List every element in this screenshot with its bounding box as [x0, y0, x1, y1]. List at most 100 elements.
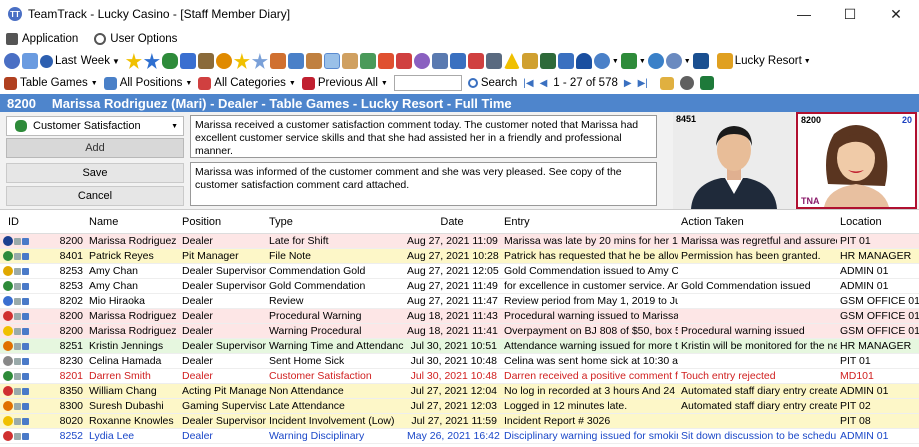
globe-icon[interactable] — [647, 53, 664, 69]
search-button[interactable]: Search — [467, 77, 517, 89]
copy-icon[interactable] — [557, 53, 574, 69]
star-outline-icon[interactable] — [251, 53, 268, 69]
category-dropdown[interactable]: Customer Satisfaction ▼ — [6, 116, 184, 136]
first-page-icon[interactable]: |◀ — [523, 78, 533, 89]
next-page-icon[interactable]: ▶ — [624, 78, 632, 89]
user-add-icon[interactable] — [359, 53, 376, 69]
home-icon[interactable] — [4, 53, 20, 69]
chart-icon[interactable] — [395, 53, 412, 69]
document-icon[interactable] — [431, 53, 448, 69]
cell-action: Kristin will be monitored for the next — [681, 340, 837, 352]
message-icon — [22, 267, 29, 275]
column-header-name[interactable]: Name — [86, 216, 179, 228]
woman-portrait — [798, 114, 915, 207]
entry-type-icon — [3, 416, 13, 426]
note-icon[interactable] — [485, 53, 502, 69]
week-label[interactable]: Week — [81, 55, 110, 67]
calendar-icon[interactable] — [467, 53, 484, 69]
dropdown-icon[interactable]: ▼ — [804, 58, 811, 65]
column-header-date[interactable]: Date — [404, 216, 501, 228]
warning-icon[interactable] — [503, 53, 520, 69]
people-icon[interactable] — [269, 53, 286, 69]
dropdown-icon[interactable]: ▼ — [112, 57, 120, 66]
table-row[interactable]: 8350 William Chang Acting Pit Manager Non A… — [0, 384, 919, 399]
cell-location: PIT 02 — [840, 400, 871, 412]
person-green-icon[interactable] — [161, 53, 178, 69]
eye-icon[interactable] — [40, 54, 53, 68]
group-icon[interactable] — [287, 53, 304, 69]
column-header-id[interactable]: ID — [0, 216, 86, 228]
table-row[interactable]: 8253 Amy Chan Dealer Supervisor Commendatio… — [0, 264, 919, 279]
user-icon[interactable] — [305, 53, 322, 69]
person-blue-icon[interactable] — [575, 53, 592, 69]
table-row[interactable]: 8200 Marissa Rodriguez Dealer Warning Proce… — [0, 324, 919, 339]
categories-icon — [198, 76, 212, 90]
table-row[interactable]: 8200 Marissa Rodriguez Dealer Procedural Wa… — [0, 309, 919, 324]
entry-note[interactable]: Marissa received a customer satisfaction… — [190, 115, 657, 158]
dropdown-icon[interactable]: ▼ — [612, 58, 619, 65]
handshake-icon[interactable] — [197, 53, 214, 69]
table-row[interactable]: 8253 Amy Chan Dealer Supervisor Gold Commen… — [0, 279, 919, 294]
book-icon[interactable] — [539, 53, 556, 69]
staff-photo-selected[interactable]: 8200 20 TNA — [796, 112, 917, 209]
date-range-filter[interactable]: Previous All ▼ — [301, 76, 388, 90]
table-row[interactable]: 8401 Patrick Reyes Pit Manager File Note Aug… — [0, 249, 919, 264]
config-icon[interactable] — [665, 53, 682, 69]
row-id: 8253 — [59, 265, 83, 277]
table-row[interactable]: 8251 Kristin Jennings Dealer Supervisor War… — [0, 339, 919, 354]
add-button[interactable]: Add — [6, 138, 184, 158]
search-input[interactable] — [393, 75, 462, 91]
maximize-button[interactable]: ☐ — [827, 0, 873, 28]
dropdown-icon[interactable]: ▼ — [639, 58, 646, 65]
award-icon[interactable] — [679, 76, 694, 90]
resort-selector[interactable]: Lucky Resort — [735, 55, 802, 67]
star-small-icon[interactable] — [233, 53, 250, 69]
last-label[interactable]: Last — [55, 55, 77, 67]
row-id: 8252 — [59, 430, 83, 442]
star-gold-icon[interactable] — [125, 53, 142, 69]
staff-photo-secondary[interactable]: 8451 — [673, 112, 795, 209]
table-row[interactable]: 8300 Suresh Dubashi Gaming Supervisor Late … — [0, 399, 919, 414]
tag-icon[interactable] — [377, 53, 394, 69]
users-icon[interactable] — [323, 53, 340, 69]
column-header-entry[interactable]: Entry — [501, 216, 678, 228]
report-icon[interactable] — [449, 53, 466, 69]
settings-icon[interactable] — [593, 53, 610, 69]
network-icon[interactable] — [620, 53, 637, 69]
menu-user-options[interactable]: User Options — [94, 33, 177, 45]
star-blue-icon[interactable] — [143, 53, 160, 69]
column-header-position[interactable]: Position — [179, 216, 266, 228]
cell-date: Aug 27, 2021 11:49 — [407, 280, 498, 292]
prev-page-icon[interactable]: ◀ — [540, 78, 548, 89]
column-header-location[interactable]: Location — [837, 216, 919, 228]
positions-filter[interactable]: All Positions ▼ — [103, 76, 192, 90]
table-row[interactable]: 8020 Roxanne Knowles Dealer Supervisor Inci… — [0, 414, 919, 429]
column-header-type[interactable]: Type — [266, 216, 404, 228]
table-row[interactable]: 8230 Celina Hamada Dealer Sent Home Sick Jul… — [0, 354, 919, 369]
chat-icon[interactable] — [413, 53, 430, 69]
table-games-filter[interactable]: Table Games ▼ — [4, 76, 98, 90]
last-page-icon[interactable]: ▶| — [638, 78, 648, 89]
checklist-icon[interactable] — [521, 53, 538, 69]
close-button[interactable]: ✕ — [873, 0, 919, 28]
table-row[interactable]: 8200 Marissa Rodriguez Dealer Late for Shif… — [0, 234, 919, 249]
user-card-icon[interactable] — [341, 53, 358, 69]
table-row[interactable]: 8252 Lydia Lee Dealer Warning Disciplinary M… — [0, 429, 919, 444]
excel-icon[interactable] — [699, 76, 714, 90]
table-row[interactable]: 8202 Mio Hiraoka Dealer Review Aug 27, 2021 … — [0, 294, 919, 309]
pin-icon[interactable] — [179, 53, 196, 69]
refresh-icon[interactable] — [22, 53, 38, 69]
exit-icon[interactable] — [692, 53, 709, 69]
table-row[interactable]: 8201 Darren Smith Dealer Customer Satisfact… — [0, 369, 919, 384]
folder-icon[interactable] — [659, 76, 674, 90]
dropdown-icon[interactable]: ▼ — [684, 58, 691, 65]
minimize-button[interactable]: — — [781, 0, 827, 28]
cell-date: Jul 30, 2021 10:48 — [410, 355, 497, 367]
categories-filter[interactable]: All Categories ▼ — [198, 76, 296, 90]
action-note[interactable]: Marissa was informed of the customer com… — [190, 162, 657, 206]
cancel-button[interactable]: Cancel — [6, 186, 184, 206]
menu-application[interactable]: Application — [6, 33, 78, 45]
medal-icon[interactable] — [215, 53, 232, 69]
column-header-action[interactable]: Action Taken — [678, 216, 837, 228]
save-button[interactable]: Save — [6, 163, 184, 183]
